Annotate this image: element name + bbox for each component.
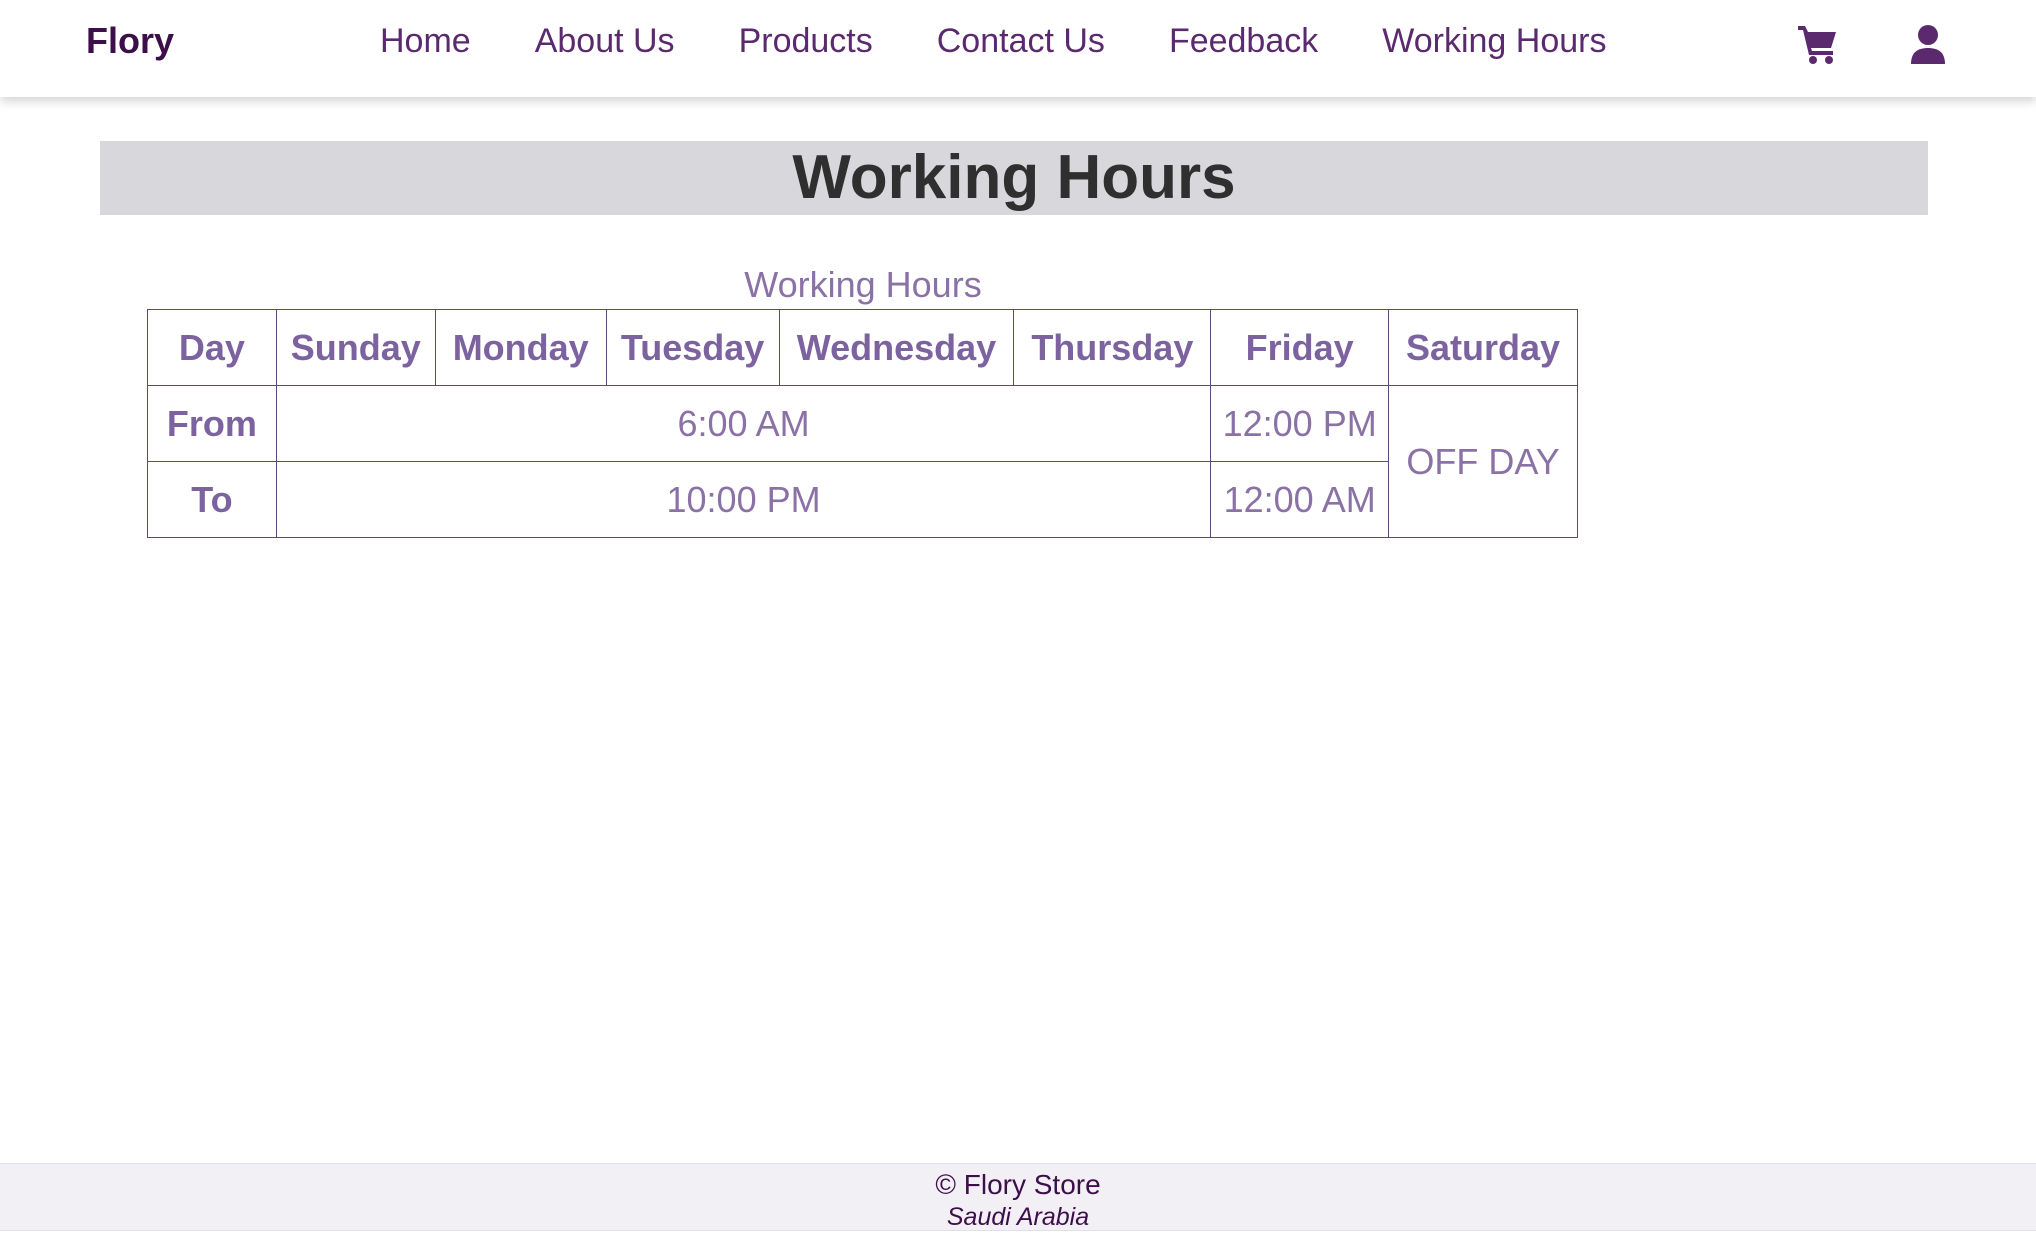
working-hours-table: Day Sunday Monday Tuesday Wednesday Thur… — [147, 309, 1578, 538]
header-friday: Friday — [1210, 309, 1390, 386]
row-label-to: To — [147, 461, 277, 538]
from-friday: 12:00 PM — [1210, 385, 1390, 462]
nav-working-hours[interactable]: Working Hours — [1382, 22, 1606, 61]
footer-country: Saudi Arabia — [946, 1203, 1090, 1231]
header-saturday: Saturday — [1388, 309, 1578, 386]
table-header-row: Day Sunday Monday Tuesday Wednesday Thur… — [147, 309, 1578, 386]
brand-logo[interactable]: Flory — [86, 20, 174, 62]
saturday-off-day: OFF DAY — [1388, 385, 1578, 538]
header-monday: Monday — [434, 309, 607, 386]
header-sunday: Sunday — [275, 309, 436, 386]
nav-home[interactable]: Home — [380, 22, 471, 61]
page-title: Working Hours — [792, 143, 1236, 212]
header-wednesday: Wednesday — [778, 309, 1015, 386]
user-icon[interactable] — [1906, 22, 1950, 66]
from-weekdays: 6:00 AM — [275, 385, 1212, 462]
page-footer: © Flory Store Saudi Arabia — [0, 1163, 2036, 1231]
row-label-from: From — [147, 385, 277, 462]
table-caption: Working Hours — [744, 264, 982, 305]
header-tuesday: Tuesday — [605, 309, 780, 386]
table-row-from: From 6:00 AM 12:00 PM OFF DAY — [147, 385, 1578, 538]
nav-products[interactable]: Products — [739, 22, 873, 61]
nav-about-us[interactable]: About Us — [535, 22, 675, 61]
to-friday: 12:00 AM — [1210, 461, 1390, 538]
header-day: Day — [147, 309, 277, 386]
nav-feedback[interactable]: Feedback — [1169, 22, 1318, 61]
cart-icon[interactable] — [1796, 22, 1840, 66]
nav-contact-us[interactable]: Contact Us — [937, 22, 1105, 61]
footer-copyright: © Flory Store — [935, 1169, 1101, 1200]
top-navbar: Flory Home About Us Products Contact Us … — [0, 0, 2036, 97]
table-row-to: To 10:00 PM 12:00 AM — [147, 461, 1578, 538]
to-weekdays: 10:00 PM — [275, 461, 1212, 538]
page-banner: Working Hours — [100, 141, 1928, 215]
nav-menu: Home About Us Products Contact Us Feedba… — [380, 22, 1607, 61]
header-thursday: Thursday — [1013, 309, 1212, 386]
